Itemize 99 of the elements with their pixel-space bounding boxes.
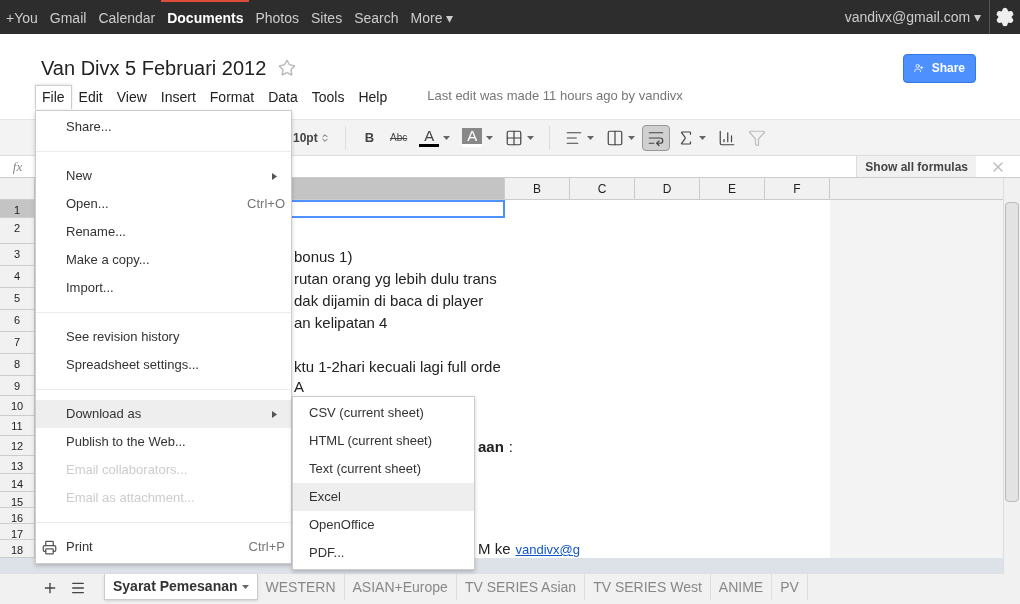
font-size-select[interactable]: 10pt [288,124,335,151]
cell-text: rutan orang yg lebih dulu trans [294,271,497,286]
cell-text: : [508,439,514,454]
menu-entry[interactable]: CSV (current sheet) [293,399,474,427]
settings-icon[interactable] [995,7,1015,27]
row-header[interactable]: 14 [0,474,35,492]
top-bar-link[interactable]: Documents [161,0,250,34]
submenu-arrow-icon [272,172,277,180]
row-header[interactable]: 3 [0,244,35,266]
row-header[interactable]: 16 [0,508,35,524]
menu-entry[interactable]: Make a copy... [36,246,291,274]
bold-button[interactable]: B [355,124,384,151]
row-header[interactable]: 13 [0,456,35,474]
top-bar-link[interactable]: +You [0,0,44,34]
row-header[interactable]: 12 [0,436,35,456]
account-link[interactable]: vandivx@gmail.com ▾ [836,6,989,28]
menu-entry[interactable]: Download as [36,400,291,428]
row-header[interactable]: 7 [0,332,35,354]
top-bar-link[interactable]: Search [348,0,405,34]
formula-label: fx [11,157,24,176]
caret-icon [699,135,707,140]
column-header[interactable]: E [700,178,765,199]
menu-item[interactable]: View [109,85,154,109]
menu-entry[interactable]: Text (current sheet) [293,455,474,483]
chart-icon [718,128,737,147]
row-header[interactable]: 10 [0,396,35,416]
menu-item[interactable]: Edit [71,85,110,109]
menu-entry[interactable]: Share... [36,113,291,141]
add-sheet-icon[interactable] [42,580,58,596]
menu-item[interactable]: Help [351,85,395,109]
menu-entry[interactable]: Excel [293,483,474,511]
row-header[interactable]: 8 [0,354,35,376]
menu-item[interactable]: Insert [153,85,203,109]
menu-item[interactable]: Tools [304,85,352,109]
cell-text: M ke [478,541,511,556]
row-header[interactable]: 15 [0,492,35,508]
cell-text: A [294,379,304,394]
menu-entry[interactable]: HTML (current sheet) [293,427,474,455]
menu-item[interactable]: File [35,85,72,109]
menu-entry[interactable]: Print Ctrl+P [36,533,291,561]
menu-entry[interactable]: OpenOffice [293,511,474,539]
menu-item[interactable]: Data [261,85,305,109]
row-header[interactable]: 6 [0,310,35,332]
row-header[interactable]: 4 [0,266,35,288]
up-down-icon [319,132,330,143]
caret-icon [241,584,249,589]
column-header[interactable]: C [570,178,635,199]
caret-icon [486,135,494,140]
menu-entry[interactable]: Rename... [36,218,291,246]
row-header[interactable]: 18 [0,540,35,558]
email-link[interactable]: vandivx@g [515,543,581,556]
merge-cells-icon [606,128,625,147]
top-bar-link[interactable]: Photos [249,0,306,34]
text-color-button[interactable]: A [414,124,456,151]
menu-entry[interactable]: See revision history [36,323,291,351]
column-header[interactable]: F [765,178,830,199]
document-title: Van Divx 5 Februari 2012 [41,56,267,81]
fill-color-button[interactable]: A [457,124,499,151]
row-header[interactable]: 17 [0,524,35,540]
row-header[interactable]: 11 [0,416,35,436]
top-bar-link[interactable]: Calendar [92,0,162,34]
submenu-arrow-icon [272,410,277,418]
cell-text: ktu 1-2hari kecuali lagi full orde [294,359,501,374]
menu-item[interactable]: Format [202,85,262,109]
menu-entry[interactable]: Publish to the Web... [36,428,291,456]
show-formulas-button[interactable]: Show all formulas [856,156,976,177]
vertical-scrollbar[interactable] [1003,178,1020,574]
cell-text: dak dijamin di baca di player [294,293,484,308]
sheet-tab[interactable]: Syarat Pemesanan [104,574,258,600]
filter-icon [748,128,767,147]
caret-icon [628,135,636,140]
menu-entry[interactable]: Open... Ctrl+O [36,190,291,218]
top-bar-link[interactable]: Gmail [43,0,93,34]
printer-icon [42,539,57,555]
row-header[interactable]: 9 [0,376,35,396]
cell-text: bonus 1) [294,249,353,264]
borders-icon [505,128,524,147]
menu-entry[interactable]: PDF... [293,539,474,567]
cell-text: aan [478,439,504,454]
sheet-list-icon[interactable] [70,580,86,596]
caret-icon [587,135,595,140]
wrap-text-button[interactable] [642,124,671,151]
top-bar-link[interactable]: More ▾ [404,0,460,34]
strikethrough-button[interactable]: Abc [385,124,413,151]
row-header[interactable]: 1 [0,200,35,218]
person-icon [914,61,924,75]
star-icon[interactable] [278,59,297,77]
column-header[interactable]: B [505,178,570,199]
menu-entry[interactable]: Spreadsheet settings... [36,351,291,379]
menu-entry[interactable]: Import... [36,274,291,302]
cell-text: an kelipatan 4 [294,315,388,330]
caret-icon [443,135,451,140]
row-header[interactable]: 2 [0,218,35,244]
row-header[interactable]: 5 [0,288,35,310]
top-bar-link[interactable]: Sites [305,0,349,34]
menu-entry[interactable]: New [36,162,291,190]
column-header[interactable]: D [635,178,700,199]
caret-icon [527,135,535,140]
last-edit-text: Last edit was made 11 hours ago by vandivx [427,86,683,105]
